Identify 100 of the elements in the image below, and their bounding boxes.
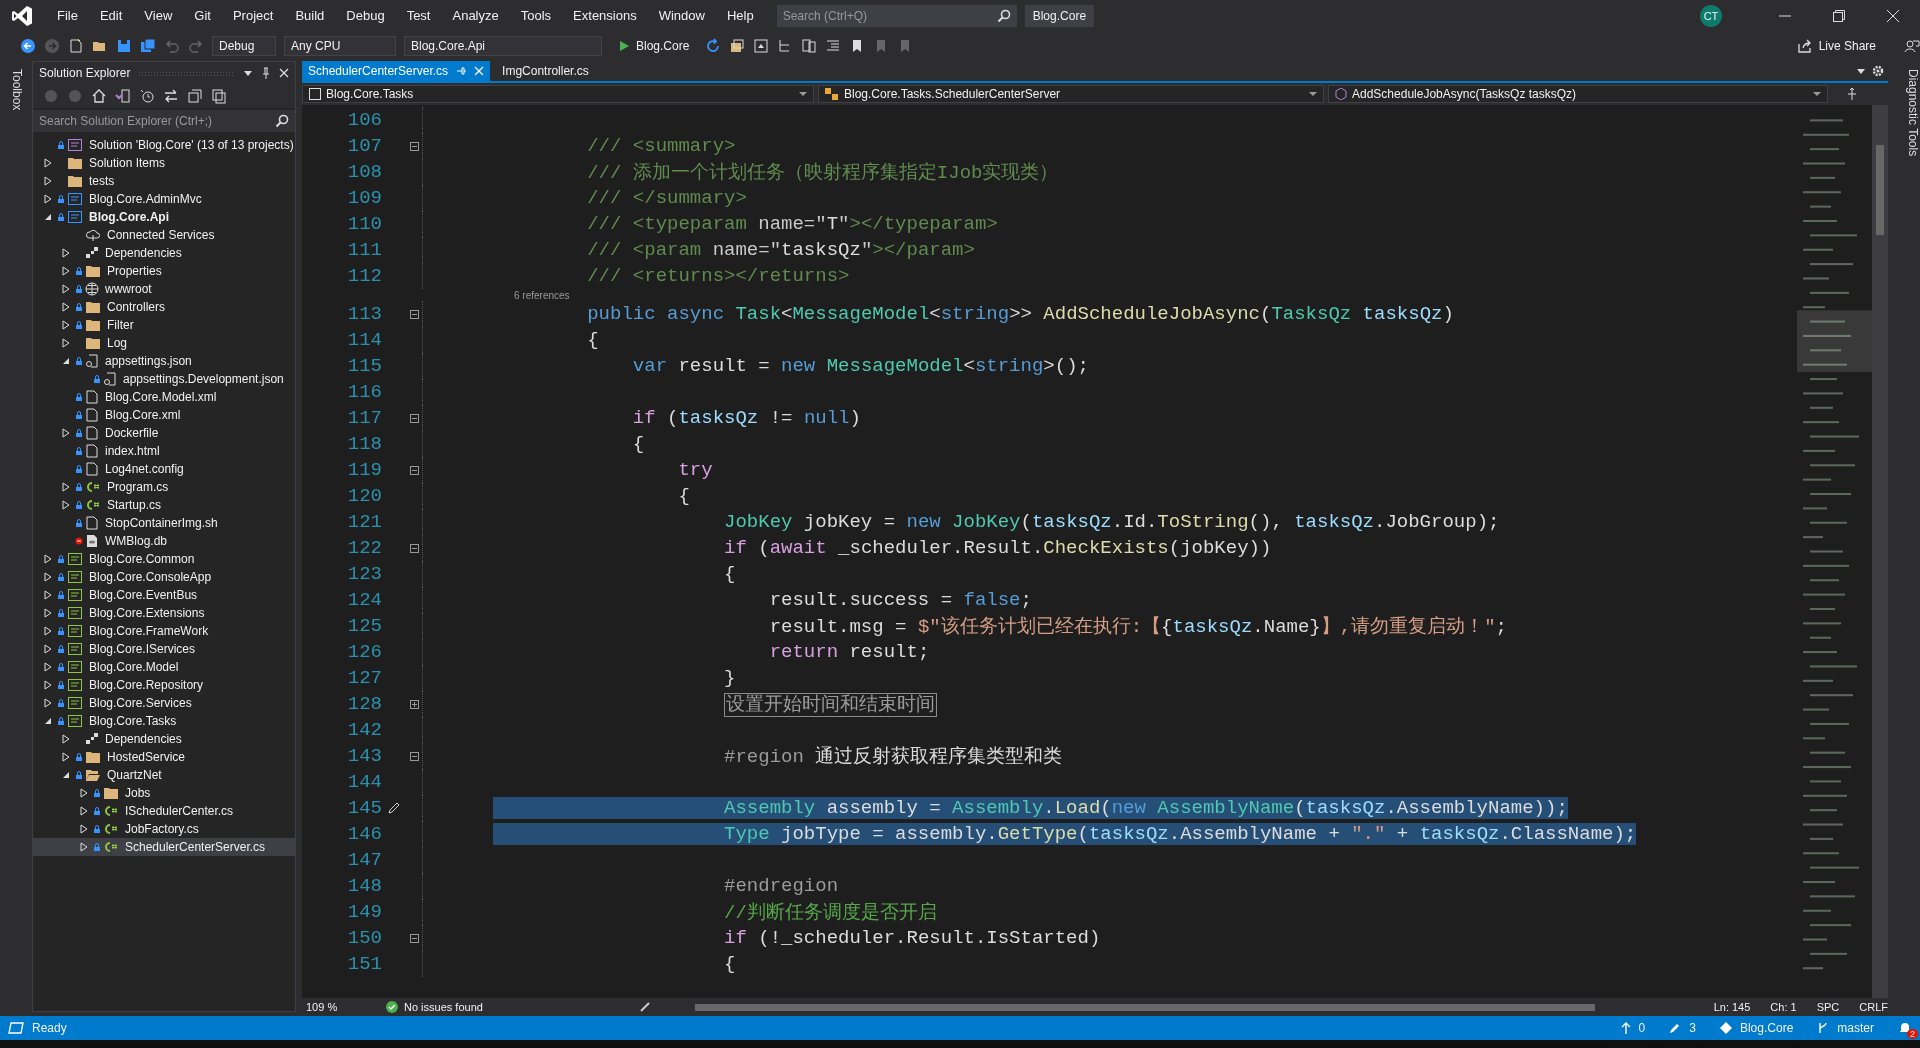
collapse-arrow-icon[interactable] xyxy=(44,717,52,725)
expand-arrow-icon[interactable] xyxy=(44,194,52,204)
tree-item[interactable]: Dockerfile xyxy=(33,424,295,442)
user-avatar[interactable]: CT xyxy=(1700,4,1722,27)
expand-arrow-icon[interactable] xyxy=(44,680,52,690)
collapse-icon[interactable] xyxy=(409,413,419,423)
dropdown-icon[interactable] xyxy=(243,68,253,78)
collapse-arrow-icon[interactable] xyxy=(44,213,52,221)
expand-arrow-icon[interactable] xyxy=(62,752,70,762)
tree-item[interactable]: Blog.Core.Api xyxy=(33,208,295,226)
tree-item[interactable]: StopContainerImg.sh xyxy=(33,514,295,532)
tree-item[interactable]: index.html xyxy=(33,442,295,460)
menu-item[interactable]: Debug xyxy=(335,8,396,23)
expand-arrow-icon[interactable] xyxy=(80,806,88,816)
issues-indicator[interactable]: No issues found xyxy=(404,1001,483,1013)
expand-arrow-icon[interactable] xyxy=(44,698,52,708)
tree-item[interactable]: Blog.Core.FrameWork xyxy=(33,622,295,640)
menu-item[interactable]: Analyze xyxy=(441,8,510,23)
expand-arrow-icon[interactable] xyxy=(44,572,52,582)
expand-arrow-icon[interactable] xyxy=(44,554,52,564)
pencil-icon[interactable] xyxy=(387,801,401,815)
expand-arrow-icon[interactable] xyxy=(44,176,52,186)
tree-item[interactable]: Blog.Core.xml xyxy=(33,406,295,424)
tree-item[interactable]: Solution 'Blog.Core' (13 of 13 projects) xyxy=(33,136,295,154)
expand-arrow-icon[interactable] xyxy=(62,302,70,312)
copy-icon[interactable] xyxy=(211,88,227,104)
expand-arrow-icon[interactable] xyxy=(80,788,88,798)
save-all-icon[interactable] xyxy=(140,38,156,54)
tree-item[interactable]: Connected Services xyxy=(33,226,295,244)
collapse-arrow-icon[interactable] xyxy=(62,357,70,365)
search-field[interactable]: Search (Ctrl+Q) xyxy=(776,4,1017,27)
solution-views-icon[interactable] xyxy=(115,88,131,104)
tree-item[interactable]: Log4net.config xyxy=(33,460,295,478)
tree-item[interactable]: Blog.Core.ConsoleApp xyxy=(33,568,295,586)
expand-arrow-icon[interactable] xyxy=(62,482,70,492)
pages-icon[interactable] xyxy=(801,38,818,54)
undo-icon[interactable] xyxy=(164,38,180,54)
tree-item[interactable]: WMBlog.db xyxy=(33,532,295,550)
expand-arrow-icon[interactable] xyxy=(62,428,70,438)
startup-project-dropdown[interactable]: Blog.Core.Api xyxy=(404,36,602,56)
tree-item[interactable]: Properties xyxy=(33,262,295,280)
expand-arrow-icon[interactable] xyxy=(62,338,70,348)
refresh-icon[interactable] xyxy=(705,38,722,54)
pin-icon[interactable] xyxy=(261,67,271,79)
browser-icon[interactable] xyxy=(753,38,770,54)
collapsed-region[interactable]: 设置开始时间和结束时间 xyxy=(724,693,937,717)
menu-item[interactable]: Build xyxy=(284,8,336,23)
search-field[interactable]: Search Solution Explorer (Ctrl+;) xyxy=(33,110,295,132)
tree-item[interactable]: Blog.Core.Repository xyxy=(33,676,295,694)
indent-icon[interactable] xyxy=(825,38,842,54)
tree-item[interactable]: Startup.cs xyxy=(33,496,295,514)
live-share-button[interactable]: Live Share xyxy=(1790,37,1882,55)
menu-item[interactable]: View xyxy=(133,8,184,23)
home-icon[interactable] xyxy=(91,88,107,104)
tree-item[interactable]: Log xyxy=(33,334,295,352)
close-icon[interactable] xyxy=(279,68,289,78)
menu-item[interactable]: File xyxy=(46,8,89,23)
expand-arrow-icon[interactable] xyxy=(44,626,52,636)
run-button[interactable]: Blog.Core xyxy=(610,39,698,53)
menu-item[interactable]: Test xyxy=(395,8,442,23)
menu-item[interactable]: Help xyxy=(715,8,765,23)
expand-arrow-icon[interactable] xyxy=(62,266,70,276)
expand-arrow-icon[interactable] xyxy=(62,500,70,510)
tree-item[interactable]: Blog.Core.Model.xml xyxy=(33,388,295,406)
menu-item[interactable]: Edit xyxy=(88,8,134,23)
collapse-icon[interactable] xyxy=(409,309,419,319)
vertical-scrollbar[interactable] xyxy=(1872,105,1888,998)
expand-arrow-icon[interactable] xyxy=(62,284,70,294)
expand-arrow-icon[interactable] xyxy=(44,590,52,600)
whitespace-indicator[interactable]: SPC xyxy=(1816,1001,1840,1013)
settings-icon[interactable] xyxy=(1872,65,1884,77)
collapse-icon[interactable] xyxy=(409,141,419,151)
dropdown-icon[interactable] xyxy=(1856,66,1866,76)
unpushed-count[interactable]: 0 xyxy=(1638,1021,1646,1035)
tree-item[interactable]: appsettings.Development.json xyxy=(33,370,295,388)
tree-item[interactable]: Blog.Core.Tasks xyxy=(33,712,295,730)
expand-arrow-icon[interactable] xyxy=(80,824,88,834)
redo-icon[interactable] xyxy=(188,38,204,54)
collapse-icon[interactable] xyxy=(409,751,419,761)
tree-item[interactable]: HostedService xyxy=(33,748,295,766)
tree-item[interactable]: Program.cs xyxy=(33,478,295,496)
save-icon[interactable] xyxy=(116,38,132,54)
member-dropdown[interactable]: AddScheduleJobAsync(TasksQz tasksQz) xyxy=(1328,85,1828,103)
document-tab[interactable]: ImgController.cs xyxy=(496,61,595,81)
tree-item[interactable]: Blog.Core.Common xyxy=(33,550,295,568)
configuration-dropdown[interactable]: Debug xyxy=(212,36,276,56)
collapse-arrow-icon[interactable] xyxy=(62,771,70,779)
type-dropdown[interactable]: Blog.Core.Tasks.SchedulerCenterServer xyxy=(818,85,1324,103)
tree-item[interactable]: Controllers xyxy=(33,298,295,316)
expand-icon[interactable] xyxy=(409,699,419,709)
repository-name[interactable]: Blog.Core xyxy=(1739,1021,1794,1035)
line-endings-indicator[interactable]: CRLF xyxy=(1859,1001,1888,1013)
menu-item[interactable]: Window xyxy=(647,8,716,23)
expand-arrow-icon[interactable] xyxy=(44,662,52,672)
tree-item[interactable]: Jobs xyxy=(33,784,295,802)
tree-item[interactable]: Blog.Core.Services xyxy=(33,694,295,712)
collapse-icon[interactable] xyxy=(409,465,419,475)
tree-item[interactable]: JobFactory.cs xyxy=(33,820,295,838)
branch-name[interactable]: master xyxy=(1837,1021,1874,1035)
expand-arrow-icon[interactable] xyxy=(44,644,52,654)
